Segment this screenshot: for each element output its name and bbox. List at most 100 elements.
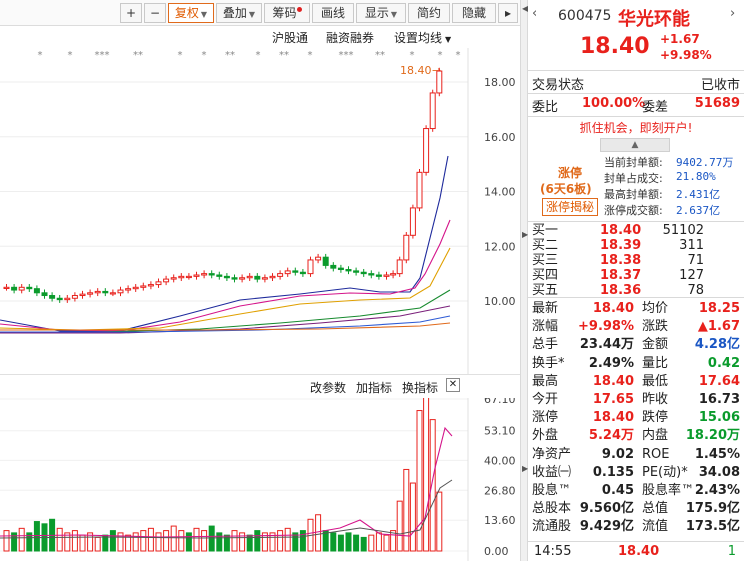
huan-zhibiao-link[interactable]: 换指标: [402, 379, 438, 396]
zoom-in-button[interactable]: +: [120, 3, 142, 23]
volume-bar: [216, 532, 223, 552]
chevron-up-icon[interactable]: ▲: [600, 138, 670, 152]
volume-bar: [170, 525, 177, 552]
moving-average-line: [0, 155, 449, 332]
zoom-out-button[interactable]: −: [144, 3, 166, 23]
ma-settings-dropdown[interactable]: 设置均线 ▼: [394, 29, 451, 46]
hugutong-link[interactable]: 沪股通: [272, 29, 308, 46]
bid-level-label: 买一: [532, 223, 559, 238]
event-star-marker: *: [456, 50, 461, 61]
stat-label: 总股本: [532, 501, 572, 517]
stat-value: 2.43%: [694, 483, 740, 498]
next-stock-icon[interactable]: ›: [730, 6, 735, 21]
rongzi-link[interactable]: 融资融券: [326, 29, 374, 46]
kline-chart[interactable]: 18.0016.0014.0012.0010.00* * *** ** * * ** * ** *…: [0, 48, 520, 374]
candle-body: [396, 259, 403, 275]
stat-label: 跌停: [642, 410, 669, 426]
candle-body: [254, 275, 261, 280]
diejia-dropdown[interactable]: 叠加 ▼: [216, 3, 262, 23]
bid-volume: 78: [687, 283, 704, 298]
volume-bar: [178, 530, 185, 552]
stat-label: 均价: [642, 301, 669, 316]
stat-row: 最高 18.40 最低 17.64: [528, 373, 744, 391]
yincang-button[interactable]: 隐藏: [452, 3, 496, 23]
candle-body: [223, 275, 230, 279]
candle-body: [368, 273, 375, 276]
volume-bar: [163, 530, 170, 552]
event-star-marker: **: [133, 50, 143, 61]
stat-value: 1.45%: [694, 446, 740, 462]
stat-label: 最高: [532, 373, 559, 389]
candle-body: [125, 288, 132, 291]
candle-body: [117, 289, 124, 294]
stat-value: 0.135: [592, 464, 634, 480]
event-star-marker: *: [178, 50, 183, 61]
candle-body: [429, 92, 436, 130]
candle-body: [26, 286, 33, 290]
volume-bar: [155, 532, 162, 552]
volume-bar: [360, 536, 367, 552]
candle-body: [64, 297, 71, 301]
bid-row: 买一 18.40 51102: [528, 223, 744, 238]
stat-row: 涨停 18.40 跌停 15.06: [528, 409, 744, 427]
jianyue-button[interactable]: 简约: [408, 3, 450, 23]
collapse-row: ▲: [528, 138, 744, 152]
xianshi-dropdown[interactable]: 显示 ▼: [356, 3, 406, 23]
volume-bar: [56, 527, 63, 552]
toolbar-scroll-button[interactable]: ▸: [498, 3, 518, 23]
stat-value: 18.20万: [685, 428, 740, 444]
bid-volume: 71: [687, 253, 704, 268]
bid-row: 买四 18.37 127: [528, 268, 744, 283]
stat-label: 收益㈠: [532, 464, 572, 480]
y-tick-label: 67.10: [484, 398, 516, 406]
price-block: 18.40 +1.67 +9.98%: [528, 32, 744, 66]
candle-body: [33, 288, 40, 294]
candle-body: [337, 267, 344, 271]
stat-label: 涨跌: [642, 319, 669, 335]
stat-row: 收益㈠ 0.135 PE(动)* 34.08: [528, 464, 744, 482]
huaxian-button[interactable]: 画线: [312, 3, 354, 23]
candle-body: [11, 286, 18, 291]
chevron-down-icon: ▼: [445, 35, 452, 44]
gai-canshu-link[interactable]: 改参数: [310, 379, 346, 396]
jia-zhibiao-link[interactable]: 加指标: [356, 379, 392, 396]
stat-row: 股息™ 0.45 股息率™ 2.43%: [528, 482, 744, 500]
volume-bar: [33, 521, 40, 552]
stat-row: 流通股 9.429亿 流值 173.5亿: [528, 518, 744, 536]
volume-bar: [18, 527, 25, 552]
chouma-button[interactable]: 筹码: [264, 3, 310, 23]
fengdan-label: 当前封单额:: [604, 156, 663, 169]
candle-body: [307, 259, 314, 275]
candle-body: [109, 292, 116, 295]
stat-value: 23.44万: [579, 337, 634, 353]
stat-value: 17.65: [592, 392, 634, 407]
candle-body: [416, 171, 423, 209]
fuquan-dropdown[interactable]: 复权 ▼: [168, 3, 214, 23]
fengdan-label: 最高封单额:: [604, 188, 663, 201]
stat-value: 16.73: [698, 392, 740, 407]
stat-value: 15.06: [698, 410, 740, 426]
event-star-marker: *: [308, 50, 313, 61]
chart-pane[interactable]: + − 复权 ▼ 叠加 ▼ 筹码 画线 显示 ▼ 简约 隐藏 ▸ 沪股通 融资融券 设…: [0, 0, 520, 561]
volume-toolbar: 改参数 加指标 换指标 ✕: [0, 374, 520, 398]
stat-label: 股息™: [532, 483, 572, 498]
limit-up-reveal-button[interactable]: 涨停揭秘: [542, 198, 599, 216]
ma-settings-label: 设置均线: [394, 31, 443, 45]
volume-bar: [423, 398, 430, 552]
stat-value: +9.98%: [578, 319, 634, 335]
stat-label: 最新: [532, 301, 559, 316]
candle-body: [79, 293, 86, 297]
open-account-promo[interactable]: 抓住机会，即刻开户!: [528, 119, 744, 137]
event-star-marker: *: [68, 50, 73, 61]
volume-bar: [193, 527, 200, 552]
candle-body: [216, 274, 223, 277]
stat-label: 量比: [642, 355, 669, 371]
volume-chart[interactable]: 67.10 53.10 40.00 26.80 13.60 0.00: [0, 398, 520, 561]
close-icon[interactable]: ✕: [446, 378, 460, 392]
candle-body: [56, 297, 63, 301]
stock-header: ‹ 600475 华光环能 ›: [528, 4, 744, 30]
pane-splitter[interactable]: ◀ ▶ ▶: [520, 0, 528, 561]
prev-stock-icon[interactable]: ‹: [532, 6, 537, 21]
stat-label: 金额: [642, 337, 669, 353]
diejia-label: 叠加: [222, 6, 247, 20]
